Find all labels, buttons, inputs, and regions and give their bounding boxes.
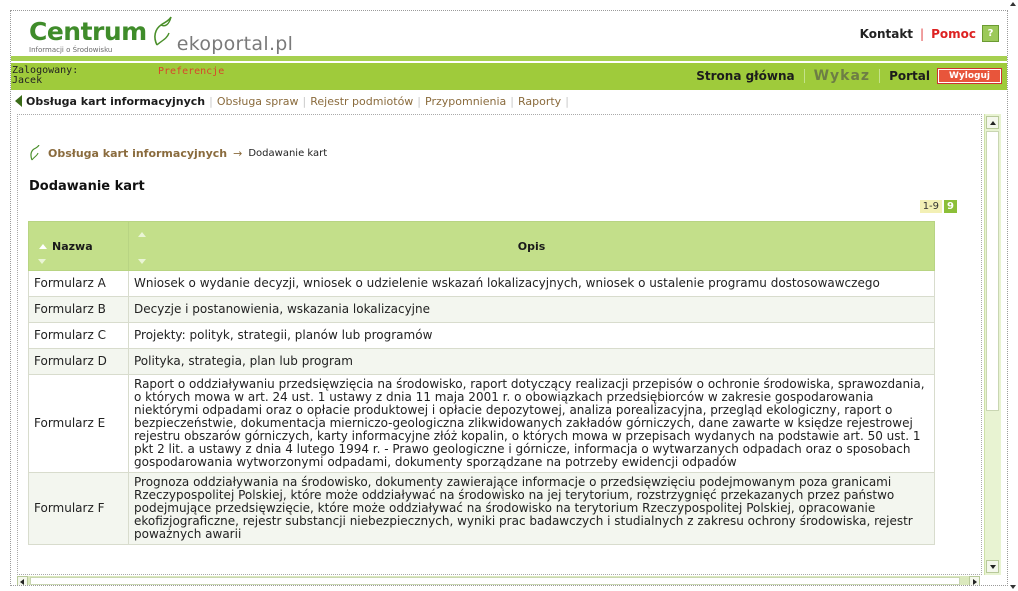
logged-user: Zalogowany: Jacek — [12, 66, 78, 86]
column-header-nazwa[interactable]: Nazwa — [28, 221, 129, 271]
breadcrumb: Obsługa kart informacyjnych → Dodawanie … — [28, 145, 327, 161]
breadcrumb-arrow-icon: → — [233, 146, 243, 160]
sort-descending-icon[interactable] — [138, 259, 146, 264]
arrow-up-icon — [990, 121, 996, 125]
content-vertical-scrollbar[interactable] — [984, 114, 1001, 575]
table-row[interactable]: Formularz C Projekty: polityk, strategii… — [28, 322, 935, 349]
scroll-up-button[interactable] — [986, 116, 999, 129]
nav-wykaz[interactable]: Wykaz — [814, 68, 870, 84]
table-row[interactable]: Formularz B Decyzje i postanowienia, wsk… — [28, 296, 935, 323]
leaf-logo-icon — [153, 16, 172, 46]
contact-link[interactable]: Kontakt — [860, 27, 913, 41]
form-description: Decyzje i postanowienia, wskazania lokal… — [128, 296, 935, 323]
subnav-item-sprawy[interactable]: Obsługa spraw — [217, 95, 299, 108]
table-row[interactable]: Formularz D Polityka, strategia, plan lu… — [28, 348, 935, 375]
form-name[interactable]: Formularz B — [28, 296, 129, 323]
horizontal-scroll-thumb[interactable] — [30, 577, 960, 585]
logo-block: Centrum Informacji o Środowisku — [29, 17, 147, 55]
sort-ascending-icon[interactable] — [39, 244, 47, 249]
logout-button[interactable]: Wyloguj — [938, 69, 1001, 83]
forms-table: Nazwa Opis Formularz A Wniosek o wydanie… — [28, 221, 935, 545]
sub-navigation: Obsługa kart informacyjnych | Obsługa sp… — [11, 91, 1007, 111]
table-header-row: Nazwa Opis — [28, 221, 935, 271]
site-header: Centrum Informacji o Środowisku ekoporta… — [11, 11, 1007, 61]
table-row[interactable]: Formularz A Wniosek o wydanie decyzji, w… — [28, 270, 935, 297]
breadcrumb-current: Dodawanie kart — [248, 147, 328, 159]
separator: | — [510, 94, 514, 108]
arrow-right-icon — [973, 579, 977, 585]
nav-portal[interactable]: Portal — [889, 69, 930, 83]
portal-name: ekoportal.pl — [176, 33, 294, 55]
form-description: Prognoza oddziaływania na środowisko, do… — [128, 472, 935, 545]
scrollbar-corner — [982, 576, 1007, 585]
logo-subtitle: Informacji o Środowisku — [29, 46, 113, 54]
subnav-item-karty[interactable]: Obsługa kart informacyjnych — [26, 95, 205, 108]
header-divider — [11, 56, 1007, 61]
form-name[interactable]: Formularz C — [28, 322, 129, 349]
separator: | — [417, 94, 422, 108]
arrow-left-icon — [20, 579, 24, 585]
form-description: Wniosek o wydanie decyzji, wniosek o udz… — [128, 270, 935, 297]
separator: | — [302, 94, 307, 108]
logo[interactable]: Centrum Informacji o Środowisku ekoporta… — [29, 16, 294, 55]
form-name[interactable]: Formularz E — [28, 374, 129, 473]
table-row[interactable]: Formularz F Prognoza oddziaływania na śr… — [28, 472, 935, 545]
scroll-down-button[interactable] — [986, 560, 999, 573]
window-vertical-scrollbar[interactable] — [1009, 0, 1018, 591]
table-row[interactable]: Formularz E Raport o oddziaływaniu przed… — [28, 374, 935, 473]
scroll-thumb[interactable] — [986, 131, 999, 411]
sort-descending-icon[interactable] — [38, 259, 46, 264]
subnav-item-rejestr[interactable]: Rejestr podmiotów — [310, 95, 413, 108]
arrow-down-icon — [990, 565, 996, 569]
form-description: Polityka, strategia, plan lub program — [128, 348, 935, 375]
leaf-icon — [30, 145, 40, 161]
column-header-opis[interactable]: Opis — [128, 221, 935, 271]
column-label-opis: Opis — [517, 239, 546, 253]
help-link[interactable]: Pomoc — [931, 27, 976, 41]
help-icon[interactable]: ? — [982, 25, 999, 42]
separator: | — [209, 94, 213, 108]
user-bar: Zalogowany: Jacek Preferencje Strona głó… — [11, 63, 1007, 90]
arrow-up-icon[interactable] — [1010, 2, 1016, 6]
breadcrumb-parent[interactable]: Obsługa kart informacyjnych — [48, 147, 227, 160]
form-name[interactable]: Formularz F — [28, 472, 129, 545]
top-links: Kontakt | Pomoc ? — [860, 25, 999, 42]
subnav-item-przypomnienia[interactable]: Przypomnienia — [425, 95, 506, 108]
column-label-nazwa: Nazwa — [52, 239, 93, 253]
back-arrow-icon[interactable] — [15, 95, 22, 107]
sort-ascending-icon[interactable] — [138, 232, 146, 237]
form-description: Projekty: polityk, strategii, planów lub… — [128, 322, 935, 349]
nav-home[interactable]: Strona główna — [696, 69, 794, 83]
nav-separator — [879, 69, 881, 83]
form-name[interactable]: Formularz D — [28, 348, 129, 375]
app-frame: Centrum Informacji o Środowisku ekoporta… — [10, 10, 1008, 586]
page-title: Dodawanie kart — [29, 179, 145, 194]
content-panel: Obsługa kart informacyjnych → Dodawanie … — [17, 114, 982, 575]
scroll-left-button[interactable] — [17, 576, 28, 585]
form-description: Raport o oddziaływaniu przedsięwzięcia n… — [128, 374, 935, 473]
pager-count[interactable]: 9 — [944, 200, 957, 213]
logo-text: Centrum — [29, 17, 147, 46]
pager: 1-9 9 — [919, 200, 957, 213]
user-name: Jacek — [12, 75, 43, 86]
scroll-right-button[interactable] — [969, 576, 980, 585]
form-name[interactable]: Formularz A — [28, 270, 129, 297]
subnav-item-raporty[interactable]: Raporty — [518, 95, 561, 108]
content-horizontal-scrollbar[interactable] — [17, 576, 980, 585]
separator: | — [565, 94, 569, 108]
pager-range: 1-9 — [919, 200, 943, 213]
preferences-link[interactable]: Preferencje — [158, 66, 224, 77]
separator: | — [920, 26, 925, 41]
nav-separator — [803, 69, 805, 83]
main-nav: Strona główna Wykaz Portal Wyloguj — [696, 68, 1001, 84]
arrow-down-icon[interactable] — [1010, 585, 1016, 589]
